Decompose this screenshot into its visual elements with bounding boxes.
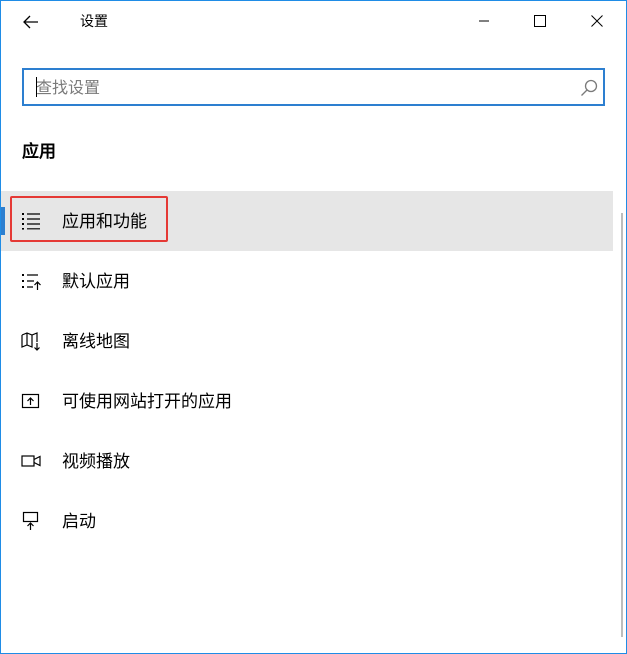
minimize-icon [479, 20, 489, 22]
section-title: 应用 [22, 142, 56, 162]
app-title: 设置 [80, 14, 108, 30]
nav-item-apps-features[interactable]: 应用和功能 [1, 191, 613, 251]
maximize-button[interactable] [517, 5, 563, 37]
close-button[interactable] [574, 5, 620, 37]
close-icon [591, 15, 603, 27]
nav-item-startup[interactable]: 启动 [1, 491, 613, 551]
minimize-button[interactable] [461, 5, 507, 37]
nav-item-label: 默认应用 [62, 272, 130, 292]
nav-item-label: 视频播放 [62, 452, 130, 472]
search-box[interactable] [22, 68, 605, 106]
default-apps-icon [22, 274, 41, 290]
nav-list: 应用和功能 默认应用 离线地图 可使用网站打开的应用 视频播放 启动 [1, 191, 626, 551]
nav-item-default-apps[interactable]: 默认应用 [1, 251, 613, 311]
nav-item-label: 离线地图 [62, 332, 130, 352]
video-playback-icon [21, 455, 41, 467]
apps-features-icon [22, 213, 40, 230]
back-arrow-icon [23, 15, 38, 29]
text-caret [36, 77, 37, 97]
offline-maps-icon [21, 332, 40, 351]
scrollbar[interactable] [621, 213, 623, 637]
nav-item-apps-for-websites[interactable]: 可使用网站打开的应用 [1, 371, 613, 431]
nav-item-label: 可使用网站打开的应用 [62, 392, 232, 412]
search-input[interactable] [36, 70, 556, 104]
back-button[interactable] [15, 7, 47, 37]
settings-window: 设置 应用 [0, 0, 627, 654]
nav-item-video-playback[interactable]: 视频播放 [1, 431, 613, 491]
maximize-icon [534, 15, 546, 27]
search-icon[interactable] [580, 79, 598, 97]
nav-item-label: 启动 [62, 512, 96, 532]
title-bar: 设置 [1, 1, 626, 43]
nav-item-offline-maps[interactable]: 离线地图 [1, 311, 613, 371]
apps-for-websites-icon [21, 393, 40, 409]
startup-icon [22, 511, 39, 530]
selection-indicator [1, 207, 5, 235]
nav-item-label: 应用和功能 [62, 212, 147, 232]
